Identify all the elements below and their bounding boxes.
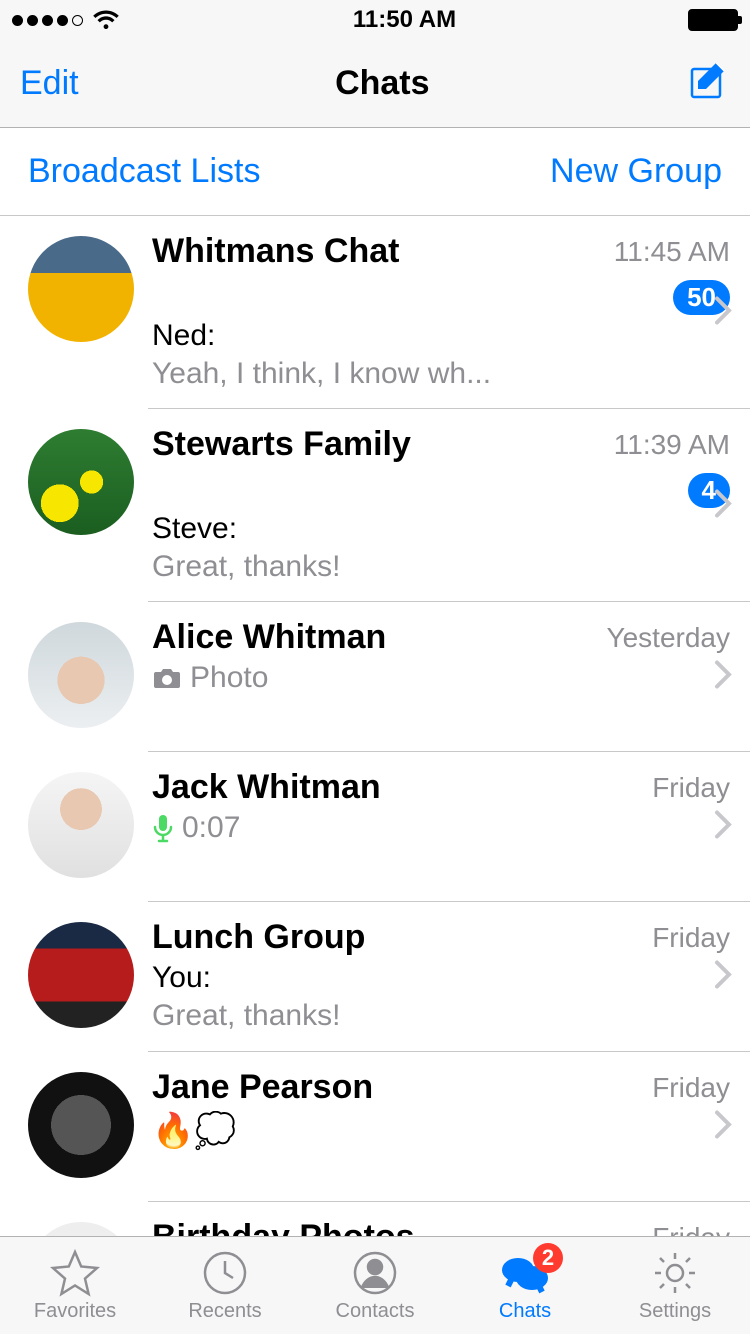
clock-icon (200, 1248, 250, 1298)
status-time: 11:50 AM (353, 6, 456, 34)
tab-badge: 2 (533, 1243, 563, 1273)
chat-list: Whitmans Chat 11:45 AM 50 Ned: Yeah, I t… (0, 216, 750, 1328)
tab-chats[interactable]: 2 Chats (450, 1237, 600, 1334)
chat-name: Jane Pearson (152, 1068, 373, 1107)
chat-row[interactable]: Lunch Group Friday You: Great, thanks! (0, 902, 750, 1052)
tab-bar: Favorites Recents Contacts 2 Chats Setti… (0, 1236, 750, 1334)
chat-name: Stewarts Family (152, 425, 411, 464)
chat-preview: 🔥💭 (152, 1111, 730, 1151)
battery-icon (688, 9, 738, 31)
chat-preview: Photo (152, 661, 730, 695)
chat-name: Lunch Group (152, 918, 365, 957)
broadcast-lists-button[interactable]: Broadcast Lists (28, 152, 260, 191)
signal-strength-icon (12, 15, 83, 26)
chat-time: 11:45 AM (614, 236, 730, 268)
avatar (28, 922, 134, 1028)
chat-preview-text: 0:07 (182, 811, 240, 845)
camera-icon (152, 666, 182, 690)
chat-row[interactable]: Jack Whitman Friday 0:07 (0, 752, 750, 902)
contact-icon (350, 1248, 400, 1298)
sub-bar: Broadcast Lists New Group (0, 128, 750, 216)
chat-time: Friday (652, 1072, 730, 1104)
chevron-right-icon (714, 1110, 732, 1145)
chat-row[interactable]: Stewarts Family 11:39 AM 4 Steve: Great,… (0, 409, 750, 602)
tab-label: Favorites (34, 1300, 116, 1323)
chevron-right-icon (714, 810, 732, 845)
avatar (28, 1072, 134, 1178)
tab-label: Chats (499, 1300, 551, 1323)
chevron-right-icon (714, 960, 732, 995)
star-icon (50, 1248, 100, 1298)
chat-preview: Great, thanks! (152, 999, 730, 1033)
chat-preview: Great, thanks! (152, 550, 730, 584)
chat-sender: Ned: (152, 319, 730, 353)
chat-preview: 0:07 (152, 811, 730, 845)
chat-time: 11:39 AM (614, 429, 730, 461)
chevron-right-icon (714, 488, 732, 523)
compose-button[interactable] (686, 59, 730, 108)
status-left (12, 9, 121, 31)
status-bar: 11:50 AM (0, 0, 750, 40)
new-group-button[interactable]: New Group (550, 152, 722, 191)
tab-label: Contacts (336, 1300, 415, 1323)
chat-row[interactable]: Alice Whitman Yesterday Photo (0, 602, 750, 752)
chat-preview: Yeah, I think, I know wh... (152, 357, 730, 391)
avatar (28, 622, 134, 728)
tab-settings[interactable]: Settings (600, 1237, 750, 1334)
tab-label: Settings (639, 1300, 711, 1323)
chevron-right-icon (714, 660, 732, 695)
chat-sender: Steve: (152, 512, 730, 546)
chat-row[interactable]: Whitmans Chat 11:45 AM 50 Ned: Yeah, I t… (0, 216, 750, 409)
chat-row[interactable]: Jane Pearson Friday 🔥💭 (0, 1052, 750, 1202)
avatar (28, 236, 134, 342)
chat-sender: You: (152, 961, 730, 995)
gear-icon (650, 1248, 700, 1298)
status-right (688, 9, 738, 31)
chat-name: Jack Whitman (152, 768, 381, 807)
chat-time: Friday (652, 922, 730, 954)
tab-contacts[interactable]: Contacts (300, 1237, 450, 1334)
compose-icon (686, 59, 730, 103)
tab-favorites[interactable]: Favorites (0, 1237, 150, 1334)
chevron-right-icon (714, 295, 732, 330)
tab-recents[interactable]: Recents (150, 1237, 300, 1334)
edit-button[interactable]: Edit (20, 64, 79, 103)
avatar (28, 429, 134, 535)
page-title: Chats (335, 64, 429, 103)
avatar (28, 772, 134, 878)
chat-time: Yesterday (607, 622, 731, 654)
chat-name: Whitmans Chat (152, 232, 399, 271)
tab-label: Recents (188, 1300, 261, 1323)
nav-bar: Edit Chats (0, 40, 750, 128)
chat-time: Friday (652, 772, 730, 804)
wifi-icon (91, 9, 121, 31)
chat-name: Alice Whitman (152, 618, 386, 657)
microphone-icon (152, 813, 174, 843)
chat-preview-text: Photo (190, 661, 268, 695)
